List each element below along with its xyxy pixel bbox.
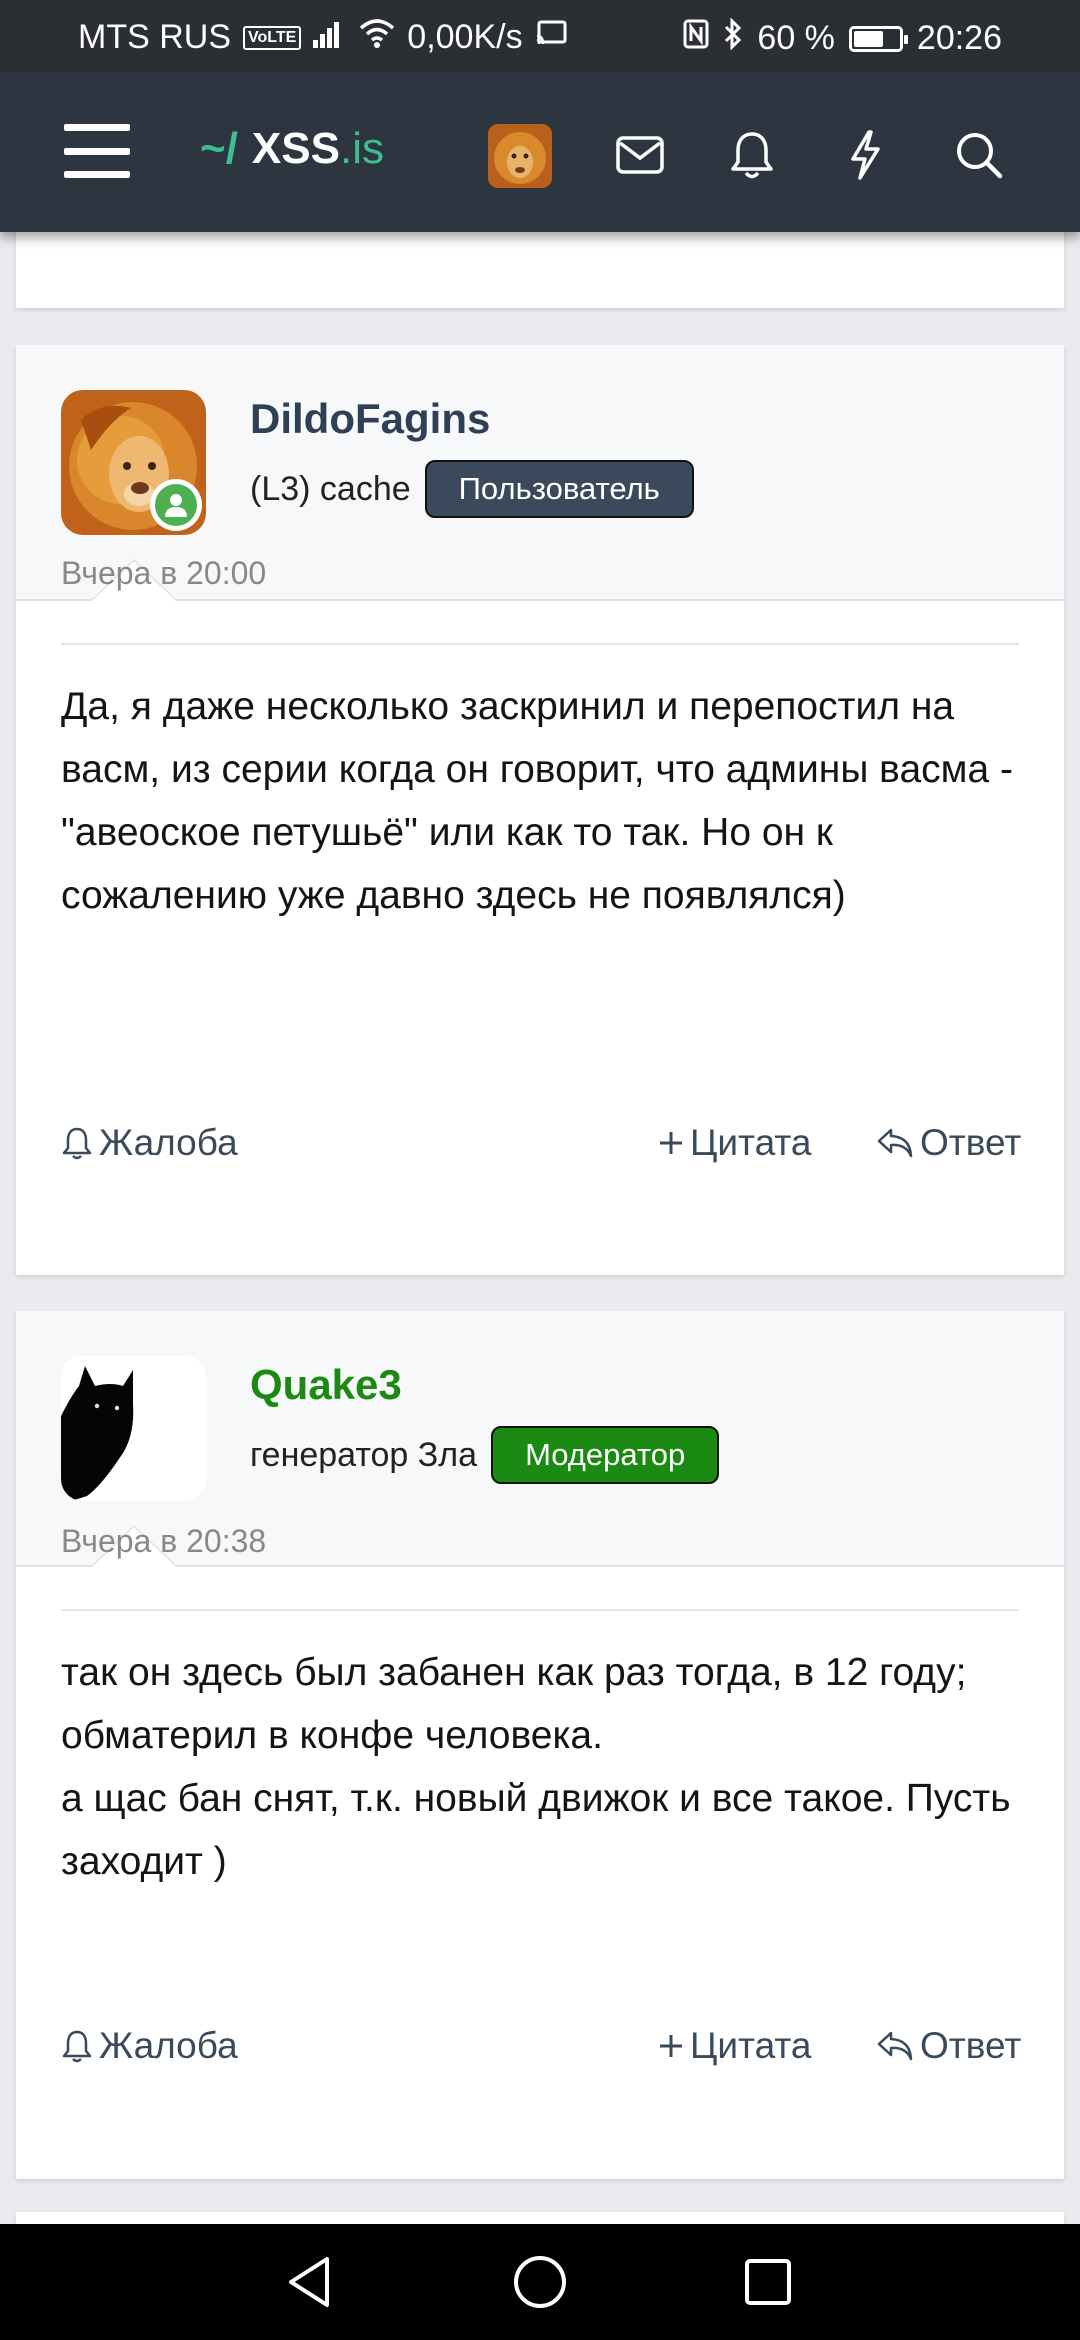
user-group-badge: Пользователь — [424, 460, 694, 518]
wifi-icon — [359, 18, 395, 57]
hamburger-icon[interactable] — [64, 124, 130, 178]
report-button[interactable]: Жалоба — [61, 1122, 238, 1164]
volte-icon: VoLTE — [243, 25, 302, 50]
nfc-icon — [683, 19, 709, 58]
avatar[interactable] — [61, 1356, 206, 1501]
user-group-badge: Модератор — [491, 1426, 720, 1484]
report-label: Жалоба — [99, 1122, 238, 1163]
battery-percent: 60 % — [757, 19, 835, 57]
carrier-label: MTS RUS — [78, 18, 231, 56]
back-icon[interactable] — [280, 2252, 340, 2312]
battery-icon — [848, 25, 908, 52]
bell-icon[interactable] — [717, 120, 787, 190]
divider — [61, 643, 1019, 645]
cast-icon — [535, 18, 567, 57]
home-icon[interactable] — [510, 2252, 570, 2312]
post-paragraph: так он здесь был забанен как раз тогда, … — [61, 1651, 967, 1757]
divider — [61, 1609, 1019, 1611]
reply-label: Ответ — [920, 2025, 1022, 2066]
logo-tld: .is — [339, 124, 384, 173]
signal-icon — [313, 18, 347, 57]
reply-label: Ответ — [920, 1122, 1022, 1163]
status-bar: MTS RUS VoLTE 0,00K/s 60 % 20:26 — [0, 0, 1080, 72]
user-title: (L3) cache — [250, 469, 411, 508]
reply-icon — [877, 2031, 913, 2061]
bluetooth-icon — [723, 17, 743, 59]
post-time[interactable]: Вчера в 20:38 — [61, 1523, 266, 1560]
quote-button[interactable]: Цитата — [658, 2025, 811, 2067]
user-title-row: генератор Зла Модератор — [250, 1426, 720, 1484]
lightning-icon[interactable] — [830, 120, 900, 190]
user-title: генератор Зла — [250, 1435, 478, 1474]
site-logo[interactable]: ~/ XSS .is — [200, 124, 384, 174]
logo-main: XSS — [251, 124, 340, 173]
post-actions: Жалоба Цитата Ответ — [61, 1122, 1031, 1172]
post-body: Да, я даже несколько заскринил и перепос… — [61, 675, 1041, 927]
post-time[interactable]: Вчера в 20:00 — [61, 555, 266, 592]
post-actions: Жалоба Цитата Ответ — [61, 2025, 1031, 2075]
bell-icon — [62, 2030, 92, 2063]
envelope-icon[interactable] — [605, 120, 675, 190]
post-paragraph: а щас бан снят, т.к. новый движок и все … — [61, 1777, 1011, 1883]
report-button[interactable]: Жалоба — [61, 2025, 238, 2067]
reply-button[interactable]: Ответ — [876, 2025, 1021, 2067]
quote-label: Цитата — [690, 1122, 812, 1163]
post-username[interactable]: DildoFagins — [250, 395, 490, 443]
network-speed: 0,00K/s — [407, 18, 523, 56]
post-paragraph: Да, я даже несколько заскринил и перепос… — [61, 685, 1013, 917]
post: Quake3 генератор Зла Модератор Вчера в 2… — [16, 1311, 1064, 2179]
clock: 20:26 — [916, 19, 1002, 57]
report-label: Жалоба — [99, 2025, 238, 2066]
bell-icon — [62, 1127, 92, 1160]
app-header: ~/ XSS .is — [0, 72, 1080, 232]
plus-icon — [660, 2035, 682, 2057]
reply-button[interactable]: Ответ — [876, 1122, 1021, 1164]
recents-icon[interactable] — [738, 2252, 798, 2312]
post-body: так он здесь был забанен как раз тогда, … — [61, 1641, 1041, 1893]
reply-icon — [877, 1128, 913, 1158]
plus-icon — [660, 1132, 682, 1154]
quote-button[interactable]: Цитата — [658, 1122, 811, 1164]
system-nav-bar — [0, 2224, 1080, 2340]
logo-prefix: ~/ — [200, 124, 238, 173]
post: DildoFagins (L3) cache Пользователь Вчер… — [16, 345, 1064, 1275]
quote-label: Цитата — [690, 2025, 812, 2066]
search-icon[interactable] — [944, 120, 1014, 190]
account-avatar[interactable] — [488, 124, 552, 188]
online-status-icon — [150, 479, 202, 531]
user-title-row: (L3) cache Пользователь — [250, 460, 694, 518]
post-username[interactable]: Quake3 — [250, 1361, 402, 1409]
